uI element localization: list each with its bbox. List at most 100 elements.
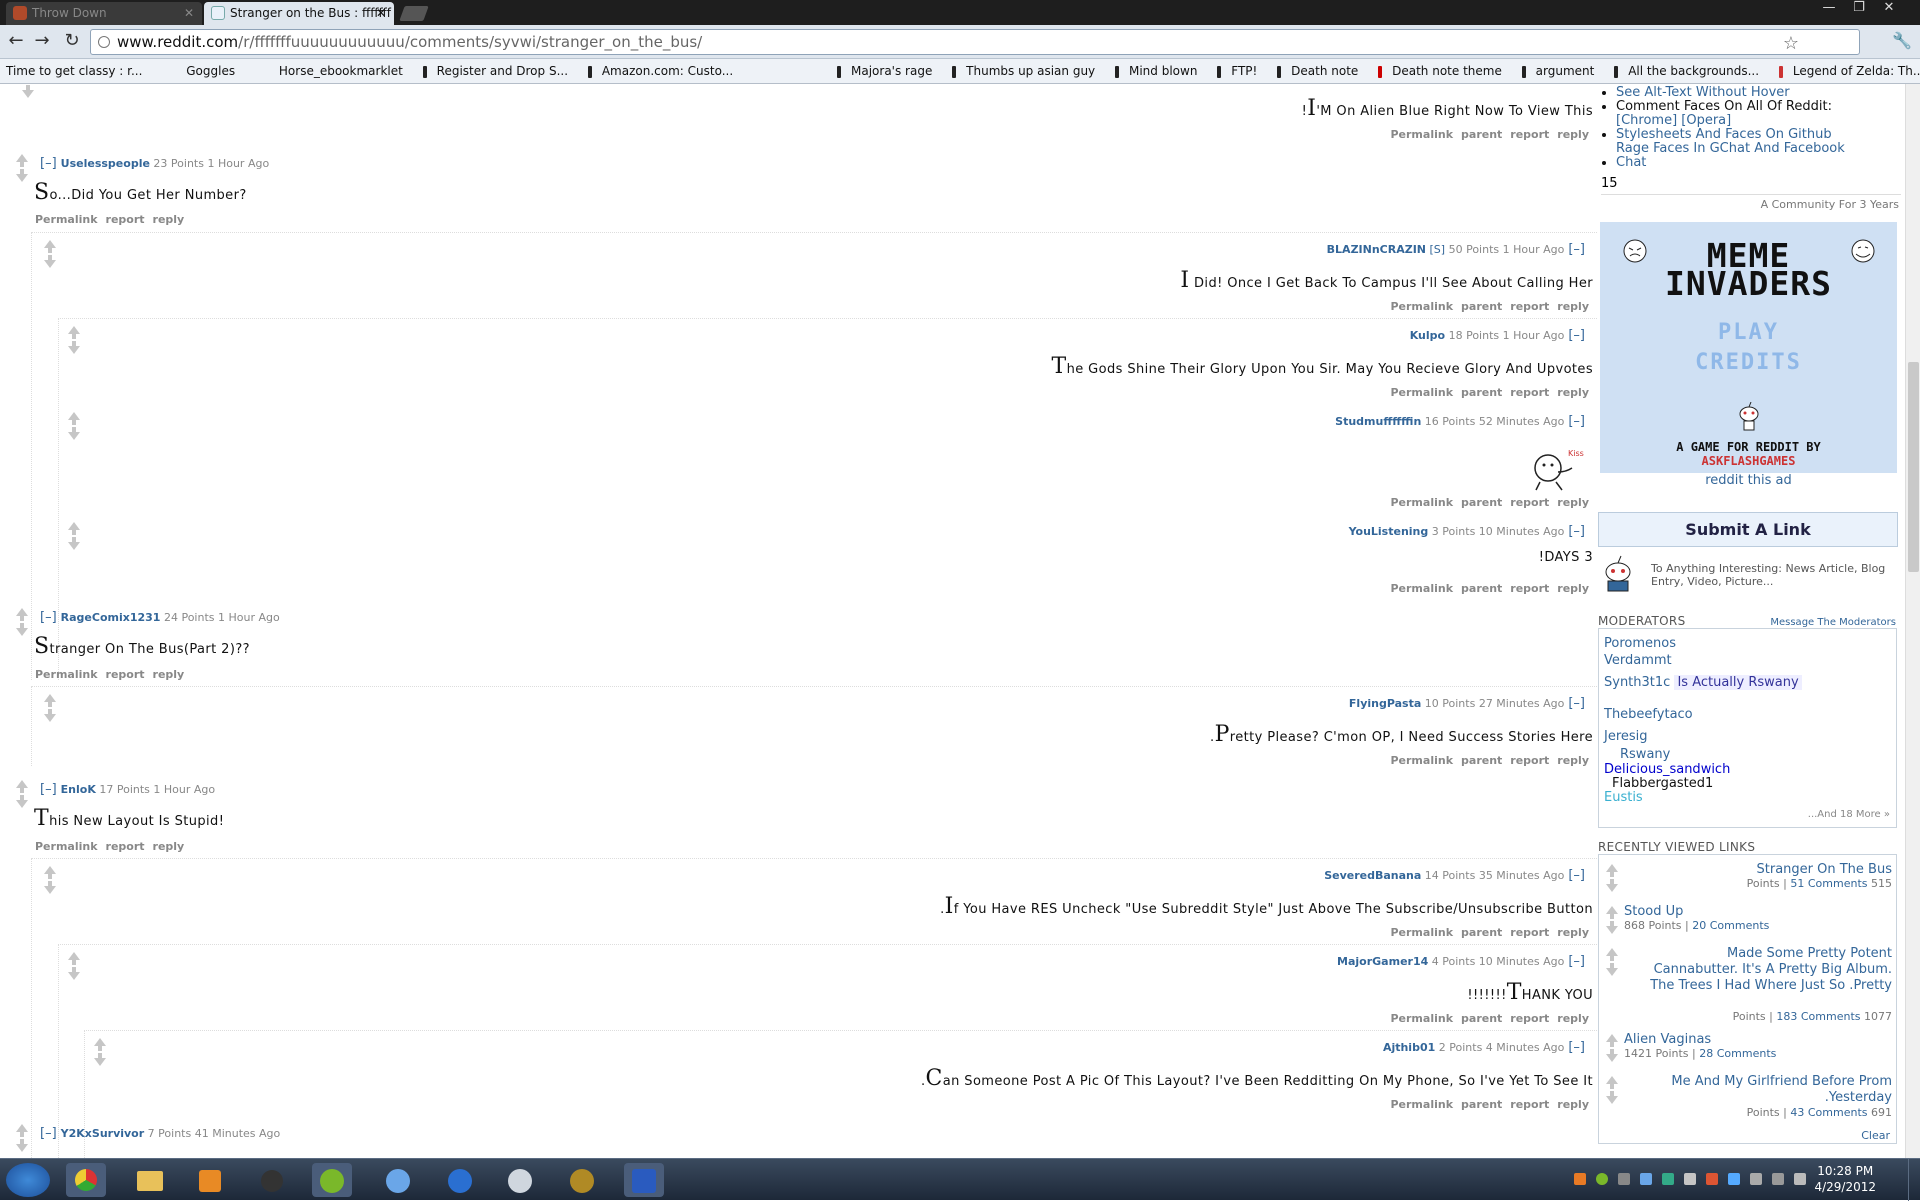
- recent-comments-link[interactable]: 51 Comments: [1790, 877, 1867, 890]
- system-clock[interactable]: 10:28 PM 4/29/2012: [1814, 1163, 1876, 1195]
- sidebar-link[interactable]: See Alt-Text Without Hover: [1616, 86, 1845, 100]
- permalink-link[interactable]: Permalink: [1390, 1098, 1453, 1111]
- collapse-button[interactable]: [–]: [40, 156, 57, 171]
- report-link[interactable]: report: [106, 840, 145, 853]
- bookmark-item[interactable]: Thumbs up asian guy: [946, 59, 1105, 83]
- close-tab-icon[interactable]: ✕: [184, 2, 194, 24]
- moderator-link[interactable]: Poromenos: [1604, 636, 1676, 651]
- upvote-arrow-icon[interactable]: [68, 522, 80, 535]
- moderator-link[interactable]: Verdammt: [1604, 653, 1672, 668]
- chrome-taskbar-icon[interactable]: [66, 1163, 106, 1197]
- upvote-arrow-icon[interactable]: [16, 780, 28, 793]
- collapse-button[interactable]: [–]: [40, 1126, 57, 1141]
- downvote-arrow-icon[interactable]: [44, 709, 56, 722]
- permalink-link[interactable]: Permalink: [35, 213, 98, 226]
- permalink-link[interactable]: Permalink: [35, 668, 98, 681]
- collapse-button[interactable]: [–]: [1568, 696, 1585, 711]
- steam-taskbar-icon[interactable]: [252, 1163, 292, 1197]
- vote-arrows[interactable]: [1604, 906, 1620, 938]
- message-moderators-link[interactable]: Message The Moderators: [1770, 617, 1896, 628]
- downvote-arrow-icon[interactable]: [16, 623, 28, 636]
- reply-link[interactable]: reply: [153, 213, 185, 226]
- upvote-arrow-icon[interactable]: [16, 1124, 28, 1137]
- parent-link[interactable]: parent: [1461, 300, 1502, 313]
- downvote-arrow-icon[interactable]: [94, 1053, 106, 1066]
- parent-link[interactable]: parent: [1461, 1012, 1502, 1025]
- permalink-link[interactable]: Permalink: [1390, 754, 1453, 767]
- vote-arrows[interactable]: [20, 84, 36, 102]
- tray-icon[interactable]: [1684, 1173, 1696, 1185]
- bookmark-item[interactable]: Horse_ebookmarklet: [249, 59, 413, 83]
- vote-arrows[interactable]: [14, 1124, 30, 1156]
- vote-arrows[interactable]: [1604, 1034, 1620, 1066]
- report-link[interactable]: report: [106, 213, 145, 226]
- permalink-link[interactable]: Permalink: [1390, 496, 1453, 509]
- spotify-taskbar-icon[interactable]: [312, 1163, 352, 1197]
- vote-arrows[interactable]: [1604, 864, 1620, 896]
- downvote-arrow-icon[interactable]: [1606, 963, 1618, 976]
- restore-icon[interactable]: ❐: [1846, 0, 1872, 18]
- collapse-button[interactable]: [–]: [40, 610, 57, 625]
- recent-link-title[interactable]: Stood Up: [1624, 904, 1683, 919]
- comment-author[interactable]: EnloK: [61, 783, 96, 796]
- recent-comments-link[interactable]: 28 Comments: [1699, 1047, 1776, 1060]
- reply-link[interactable]: reply: [1557, 1012, 1589, 1025]
- bookmark-item[interactable]: Majora's rage: [747, 59, 942, 83]
- reddit-this-ad-link[interactable]: reddit this ad: [1600, 473, 1897, 488]
- moderator-link[interactable]: Jeresig: [1604, 729, 1648, 744]
- upvote-arrow-icon[interactable]: [94, 1038, 106, 1051]
- reply-link[interactable]: reply: [153, 840, 185, 853]
- comment-author[interactable]: Y2KxSurvivor: [61, 1127, 145, 1140]
- report-link[interactable]: report: [1510, 1012, 1549, 1025]
- browser-links[interactable]: [Chrome] [Opera]: [1616, 113, 1731, 128]
- downvote-arrow-icon[interactable]: [1606, 1091, 1618, 1104]
- word-taskbar-icon[interactable]: [624, 1163, 664, 1197]
- volume-icon[interactable]: [1794, 1173, 1806, 1185]
- bookmark-item[interactable]: Death note theme: [1372, 59, 1512, 83]
- permalink-link[interactable]: Permalink: [1390, 386, 1453, 399]
- moderator-link[interactable]: Thebeefytaco: [1604, 707, 1693, 722]
- scrollbar-thumb[interactable]: [1908, 362, 1919, 572]
- reply-link[interactable]: reply: [1557, 128, 1589, 141]
- upvote-arrow-icon[interactable]: [44, 694, 56, 707]
- vote-arrows[interactable]: [1604, 948, 1620, 980]
- moderator-link[interactable]: Delicious_sandwich: [1604, 762, 1730, 777]
- downvote-arrow-icon[interactable]: [22, 85, 34, 98]
- tab-stranger-on-the-bus[interactable]: Stranger on the Bus : fffffff ✕: [204, 2, 394, 25]
- recent-comments-link[interactable]: 43 Comments: [1790, 1106, 1867, 1119]
- collapse-button[interactable]: [–]: [1568, 242, 1585, 257]
- parent-link[interactable]: parent: [1461, 128, 1502, 141]
- comment-author[interactable]: YouListening: [1349, 525, 1429, 538]
- upvote-arrow-icon[interactable]: [1606, 948, 1618, 961]
- upvote-arrow-icon[interactable]: [1606, 906, 1618, 919]
- ad-credits-link[interactable]: CREDITS: [1600, 350, 1897, 375]
- tray-icon[interactable]: [1640, 1173, 1652, 1185]
- collapse-button[interactable]: [–]: [1568, 414, 1585, 429]
- recent-link-title[interactable]: Stranger On The Bus: [1757, 862, 1892, 877]
- downvote-arrow-icon[interactable]: [44, 881, 56, 894]
- comment-author[interactable]: BLAZINnCRAZIN: [1327, 243, 1426, 256]
- downvote-arrow-icon[interactable]: [16, 169, 28, 182]
- back-arrow-icon[interactable]: ←: [4, 30, 28, 54]
- recent-link-title[interactable]: Me And My Girlfriend Before Prom .Yester…: [1642, 1074, 1892, 1106]
- ad-play-link[interactable]: PLAY: [1600, 320, 1897, 345]
- downvote-arrow-icon[interactable]: [16, 795, 28, 808]
- vote-arrows[interactable]: [1604, 1076, 1620, 1108]
- comment-author[interactable]: Ajthib01: [1383, 1041, 1435, 1054]
- recent-comments-link[interactable]: 183 Comments: [1776, 1010, 1860, 1023]
- moderator-link[interactable]: Rswany: [1620, 747, 1670, 762]
- downvote-arrow-icon[interactable]: [1606, 879, 1618, 892]
- report-link[interactable]: report: [1510, 300, 1549, 313]
- bookmark-item[interactable]: FTP!: [1211, 59, 1267, 83]
- vote-arrows[interactable]: [14, 780, 30, 812]
- tray-icon[interactable]: [1750, 1173, 1762, 1185]
- permalink-link[interactable]: Permalink: [1390, 128, 1453, 141]
- vote-arrows[interactable]: [14, 608, 30, 640]
- downvote-arrow-icon[interactable]: [68, 537, 80, 550]
- collapse-button[interactable]: [–]: [1568, 1040, 1585, 1055]
- parent-link[interactable]: parent: [1461, 582, 1502, 595]
- report-link[interactable]: report: [1510, 1098, 1549, 1111]
- vote-arrows[interactable]: [42, 866, 58, 898]
- forward-arrow-icon[interactable]: →: [30, 30, 54, 54]
- explorer-taskbar-icon[interactable]: [130, 1163, 170, 1197]
